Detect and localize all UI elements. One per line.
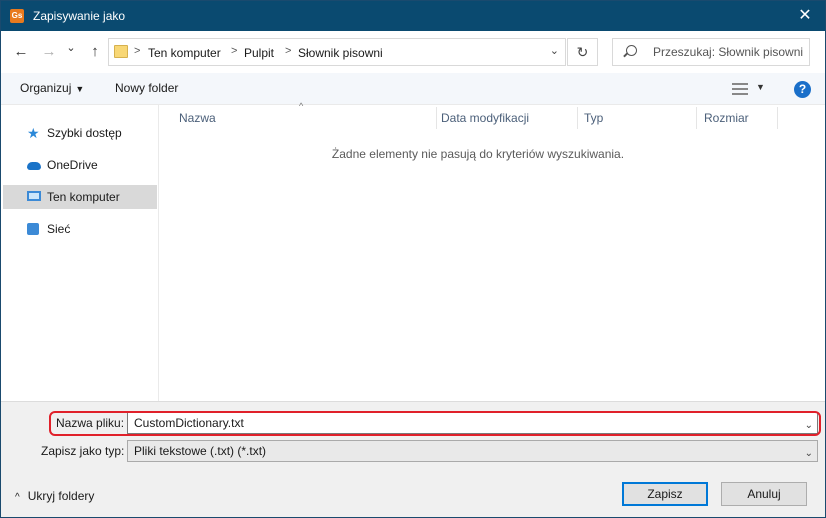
sidebar-item-network[interactable]: Sieć [3, 217, 157, 241]
navigation-pane: ★ Szybki dostęp OneDrive Ten komputer Si… [1, 105, 159, 401]
address-bar[interactable]: > Ten komputer > Pulpit > Słownik pisown… [108, 38, 566, 66]
chevron-up-icon: ^ [15, 492, 20, 503]
filename-field[interactable]: CustomDictionary.txt ⌄ [127, 412, 818, 434]
sidebar-item-label: Szybki dostęp [47, 126, 122, 140]
window-title: Zapisywanie jako [33, 9, 126, 23]
filetype-select[interactable]: Pliki tekstowe (.txt) (*.txt) ⌄ [127, 440, 818, 462]
view-options-icon[interactable] [732, 83, 748, 95]
save-form: Nazwa pliku: CustomDictionary.txt ⌄ Zapi… [1, 401, 825, 517]
breadcrumb-separator: > [134, 45, 141, 57]
hide-folders-label: Ukryj foldery [27, 489, 95, 503]
breadcrumb-dictionary-folder[interactable]: Słownik pisowni [298, 46, 383, 60]
empty-folder-message: Żadne elementy nie pasują do kryteriów w… [331, 147, 625, 161]
sidebar-item-label: Ten komputer [47, 190, 120, 204]
sidebar-item-quick-access[interactable]: ★ Szybki dostęp [3, 121, 157, 145]
star-icon: ★ [27, 125, 40, 141]
filename-label: Nazwa pliku: [56, 416, 125, 430]
organize-label: Organizuj [20, 81, 72, 95]
column-divider[interactable] [436, 107, 437, 129]
search-input[interactable]: Przeszukaj: Słownik pisowni [612, 38, 810, 66]
cloud-icon [27, 162, 41, 170]
column-divider[interactable] [777, 107, 778, 129]
sidebar-item-label: Sieć [47, 222, 71, 236]
search-icon [626, 45, 637, 56]
folder-icon [114, 45, 128, 58]
close-button[interactable]: ✕ [785, 1, 825, 31]
forward-arrow-icon[interactable]: → [39, 42, 59, 62]
back-arrow-icon[interactable]: ← [11, 42, 31, 62]
breadcrumb-this-pc[interactable]: Ten komputer [148, 46, 221, 60]
filetype-label: Zapisz jako typ: [41, 444, 125, 458]
sidebar-item-label: OneDrive [47, 158, 98, 172]
network-icon [27, 223, 39, 235]
title-bar: Gs Zapisywanie jako ✕ [1, 1, 825, 31]
filetype-value: Pliki tekstowe (.txt) (*.txt) [134, 444, 267, 458]
chevron-down-icon[interactable]: ⌄ [805, 444, 813, 464]
caret-down-icon[interactable]: ▼ [756, 82, 765, 92]
filename-value: CustomDictionary.txt [134, 416, 244, 430]
up-arrow-icon[interactable]: ↑ [85, 42, 105, 62]
command-bar: Organizuj ▼ Nowy folder ▼ ? [1, 73, 825, 105]
breadcrumb-separator: > [285, 45, 292, 57]
refresh-icon[interactable]: ↻ [567, 38, 598, 66]
hide-folders-toggle[interactable]: ^ Ukryj foldery [15, 489, 94, 503]
column-header-size[interactable]: Rozmiar [704, 111, 749, 133]
computer-icon [27, 191, 41, 201]
column-header-type[interactable]: Typ [584, 111, 603, 133]
cancel-button[interactable]: Anuluj [721, 482, 807, 506]
column-divider[interactable] [696, 107, 697, 129]
breadcrumb-separator: > [231, 45, 238, 57]
column-divider[interactable] [577, 107, 578, 129]
app-icon: Gs [10, 9, 24, 23]
sidebar-item-this-pc[interactable]: Ten komputer [3, 185, 157, 209]
file-list[interactable]: ^ Nazwa Data modyfikacji Typ Rozmiar Żad… [161, 101, 825, 401]
chevron-down-icon[interactable]: ⌄ [550, 44, 559, 57]
sidebar-item-onedrive[interactable]: OneDrive [3, 153, 157, 177]
help-icon[interactable]: ? [794, 81, 811, 98]
organize-button[interactable]: Organizuj ▼ [20, 81, 84, 95]
new-folder-button[interactable]: Nowy folder [115, 81, 178, 95]
recent-locations-chevron-icon[interactable]: ⌄ [61, 38, 81, 58]
column-header-date-modified[interactable]: Data modyfikacji [441, 111, 529, 133]
sort-ascending-icon: ^ [299, 101, 304, 111]
caret-down-icon: ▼ [75, 84, 85, 94]
save-button[interactable]: Zapisz [622, 482, 708, 506]
save-as-dialog: Gs Zapisywanie jako ✕ ← → ⌄ ↑ > Ten komp… [0, 0, 826, 518]
column-header-name[interactable]: Nazwa [179, 111, 216, 133]
breadcrumb-desktop[interactable]: Pulpit [244, 46, 274, 60]
search-placeholder: Przeszukaj: Słownik pisowni [653, 45, 804, 59]
chevron-down-icon[interactable]: ⌄ [805, 416, 813, 436]
